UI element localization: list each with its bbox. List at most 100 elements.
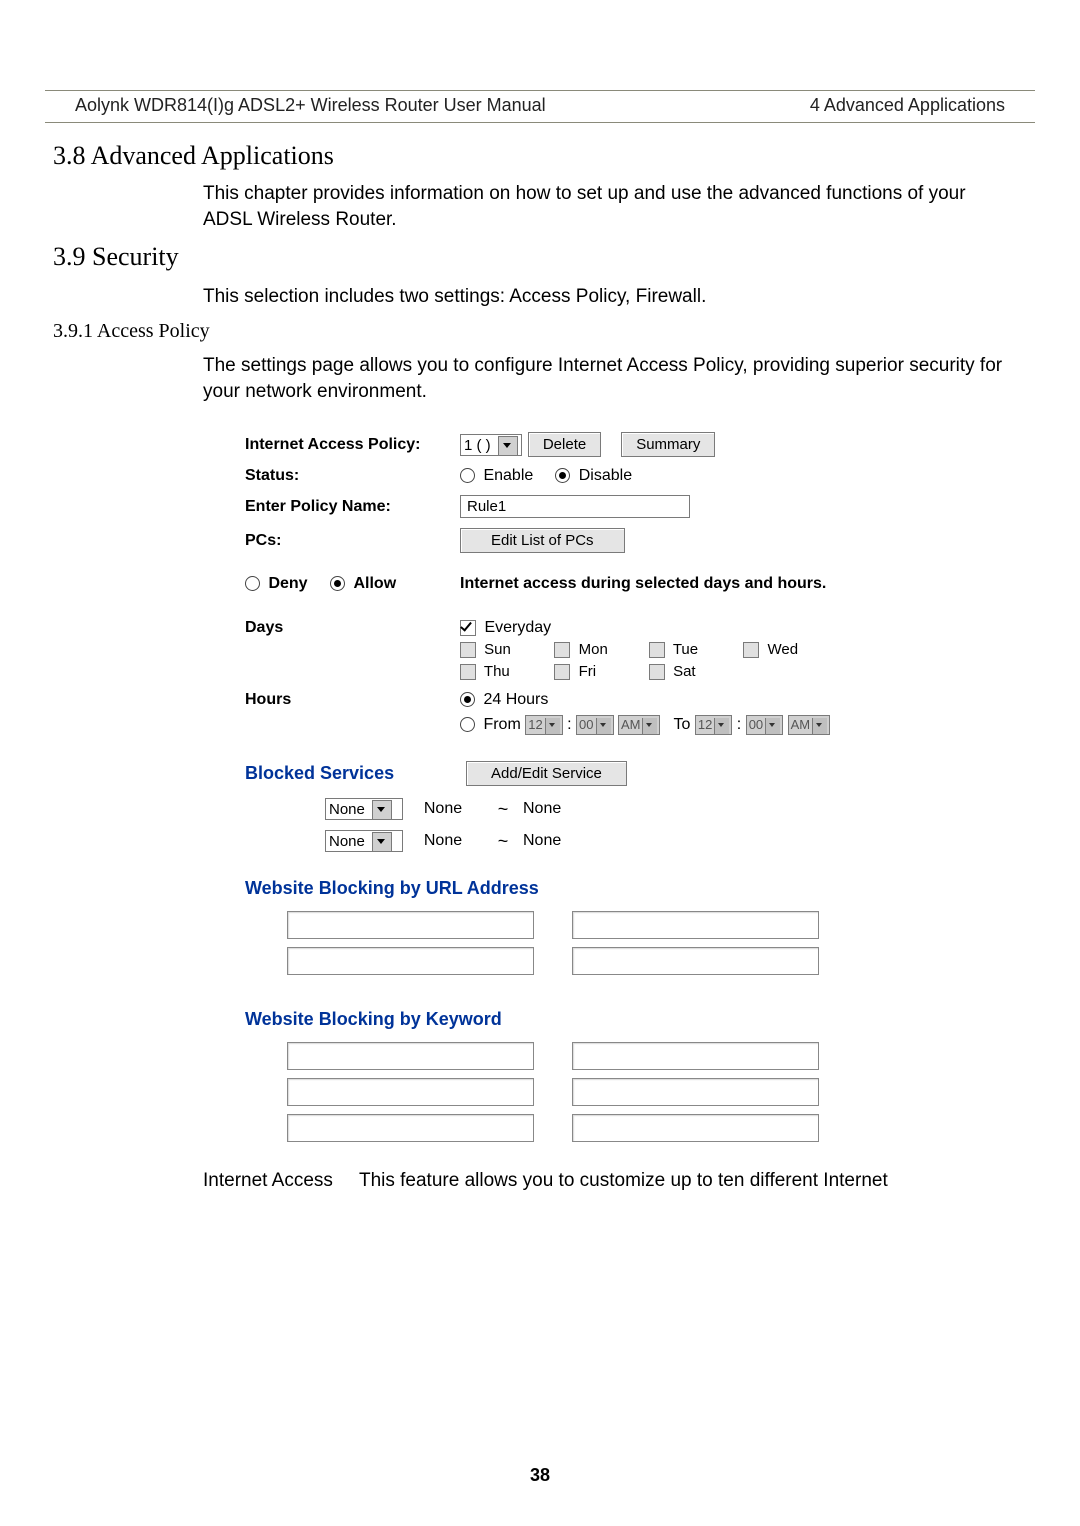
dropdown-arrow-icon [596,718,611,734]
port-end-2: None [523,832,593,850]
radio-icon [460,717,475,732]
url-blocking-heading: Website Blocking by URL Address [245,878,1035,899]
status-disable-option[interactable]: Disable [555,467,632,485]
dropdown-arrow-icon [642,718,657,734]
dropdown-arrow-icon [765,718,780,734]
status-enable-option[interactable]: Enable [460,467,533,485]
checkbox-icon [554,664,570,680]
to-ampm-select[interactable]: AM [788,715,831,735]
status-disable-text: Disable [579,467,632,484]
tilde-icon: ~ [483,831,523,852]
pcs-label: PCs: [245,532,460,550]
day-tue[interactable]: Tue [649,641,739,658]
day-label: Wed [768,641,799,658]
footer-lead: Internet Access [203,1170,333,1192]
dropdown-arrow-icon [545,718,560,734]
dropdown-arrow-icon [714,718,729,734]
hours-24-text: 24 Hours [483,691,548,708]
section-3-9-1-title: 3.9.1 Access Policy [53,320,1035,343]
checkbox-icon [649,642,665,658]
keyword-block-input-5[interactable] [287,1114,534,1142]
blocked-service-2-value: None [329,833,365,850]
blocked-service-1-value: None [329,801,365,818]
day-sat[interactable]: Sat [649,663,739,680]
everyday-text: Everyday [484,619,551,636]
to-hour-select[interactable]: 12 [695,715,732,735]
keyword-block-input-4[interactable] [572,1078,819,1106]
allow-text: Allow [353,575,396,592]
radio-icon [555,468,570,483]
from-hour-value: 12 [528,717,542,732]
allow-option[interactable]: Allow [330,575,396,592]
checkbox-icon [460,620,476,636]
day-fri[interactable]: Fri [554,663,644,680]
to-min-value: 00 [749,717,763,732]
hours-range-option[interactable] [460,716,483,733]
url-block-input-2[interactable] [572,911,819,939]
checkbox-icon [743,642,759,658]
everyday-option[interactable]: Everyday [460,619,551,636]
to-ampm-value: AM [791,717,811,732]
edit-pcs-button[interactable]: Edit List of PCs [460,528,625,553]
blocked-service-2-select[interactable]: None [325,830,403,852]
day-label: Sat [673,663,696,680]
blocked-services-heading: Blocked Services [245,763,460,784]
day-label: Tue [673,641,698,658]
status-enable-text: Enable [483,467,533,484]
radio-icon [330,576,345,591]
policy-name-input[interactable]: Rule1 [460,495,690,518]
section-3-9-1-body: The settings page allows you to configur… [203,353,1005,404]
delete-button[interactable]: Delete [528,432,601,457]
page-number: 38 [0,1465,1080,1486]
section-3-9-title: 3.9 Security [53,242,1035,272]
add-edit-service-button[interactable]: Add/Edit Service [466,761,627,786]
port-end-1: None [523,800,593,818]
header-left: Aolynk WDR814(I)g ADSL2+ Wireless Router… [75,95,546,116]
hours-24-option[interactable]: 24 Hours [460,691,548,708]
from-ampm-select[interactable]: AM [618,715,661,735]
iap-label: Internet Access Policy: [245,436,460,454]
checkbox-icon [460,664,476,680]
from-min-value: 00 [579,717,593,732]
blocked-service-1-select[interactable]: None [325,798,403,820]
summary-button[interactable]: Summary [621,432,715,457]
deny-text: Deny [268,575,307,592]
keyword-block-input-2[interactable] [572,1042,819,1070]
dropdown-arrow-icon [812,718,827,734]
radio-icon [460,468,475,483]
deny-option[interactable]: Deny [245,575,312,592]
day-wed[interactable]: Wed [743,641,833,658]
footer-rest: This feature allows you to customize up … [359,1170,888,1191]
radio-icon [460,692,475,707]
from-hour-select[interactable]: 12 [525,715,562,735]
url-block-input-3[interactable] [287,947,534,975]
dropdown-arrow-icon [372,832,392,852]
policy-select[interactable]: 1 ( ) [460,434,522,456]
access-note: Internet access during selected days and… [460,575,826,593]
from-min-select[interactable]: 00 [576,715,613,735]
keyword-block-input-1[interactable] [287,1042,534,1070]
to-label: To [674,716,691,733]
day-mon[interactable]: Mon [554,641,644,658]
section-3-8-title: 3.8 Advanced Applications [53,141,1035,171]
status-label: Status: [245,467,460,485]
dropdown-arrow-icon [372,800,392,820]
access-policy-form: Internet Access Policy: 1 ( ) Delete Sum… [245,432,1035,1142]
keyword-block-input-3[interactable] [287,1078,534,1106]
day-sun[interactable]: Sun [460,641,550,658]
to-min-select[interactable]: 00 [746,715,783,735]
from-ampm-value: AM [621,717,641,732]
day-thu[interactable]: Thu [460,663,550,680]
keyword-block-input-6[interactable] [572,1114,819,1142]
day-label: Mon [579,641,608,658]
dropdown-arrow-icon [498,436,518,456]
keyword-blocking-heading: Website Blocking by Keyword [245,1009,1035,1030]
section-3-8-body: This chapter provides information on how… [203,181,1005,232]
url-block-input-4[interactable] [572,947,819,975]
radio-icon [245,576,260,591]
policy-select-value: 1 ( ) [464,437,491,454]
url-block-input-1[interactable] [287,911,534,939]
day-label: Sun [484,641,511,658]
to-hour-value: 12 [698,717,712,732]
from-label: From [483,716,520,733]
